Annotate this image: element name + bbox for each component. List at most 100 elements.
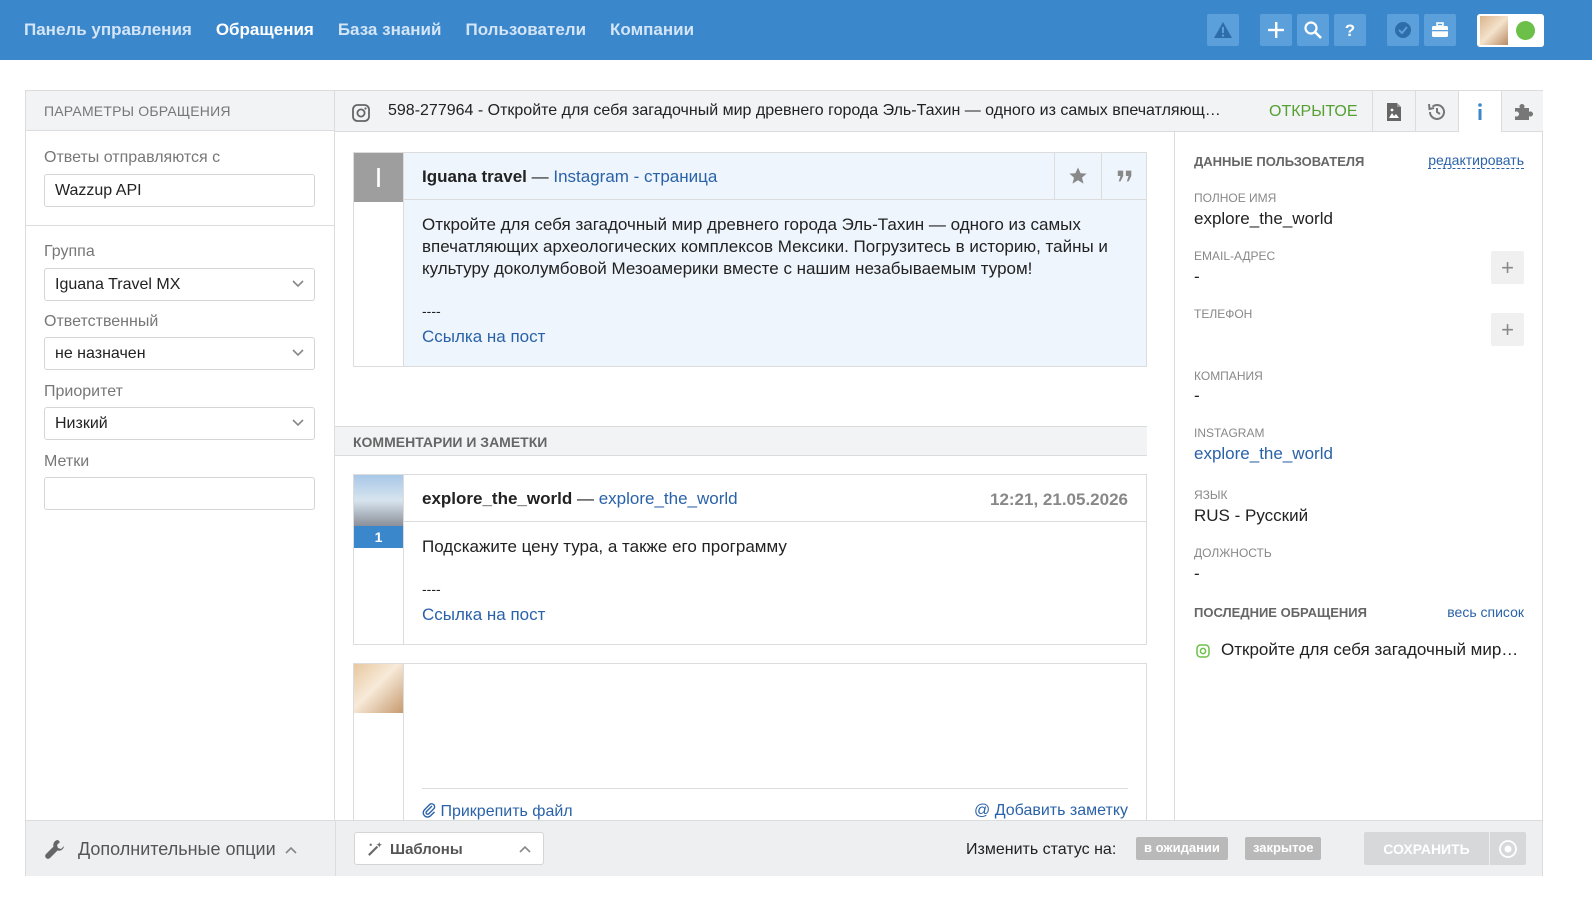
comment: 1 explore_the_world — explore_the_world … (353, 474, 1147, 645)
instagram-icon (352, 104, 370, 122)
warning-icon[interactable] (1207, 14, 1239, 46)
document-image-icon[interactable] (1372, 91, 1415, 132)
chevron-up-icon (519, 845, 531, 853)
chevron-up-icon[interactable] (285, 846, 297, 854)
priority-select[interactable]: Низкий (44, 407, 315, 440)
status-closed-button[interactable]: закрытое (1245, 837, 1322, 860)
all-tickets-link[interactable]: весь список (1447, 604, 1524, 620)
nav-dashboard[interactable]: Панель управления (24, 20, 192, 40)
post-divider: ---- (422, 303, 441, 319)
priority-label: Приоритет (44, 383, 123, 400)
post-content: Откройте для себя загадочный мир древнег… (404, 200, 1146, 362)
svg-text:?: ? (1345, 21, 1355, 40)
group-value: Iguana Travel MX (55, 276, 181, 293)
post-source-link[interactable]: Instagram - страница (553, 167, 717, 186)
at-icon: @ (974, 802, 991, 819)
post-text: Откройте для себя загадочный мир древнег… (422, 215, 1108, 278)
nav-companies[interactable]: Компании (610, 20, 694, 40)
language-value: RUS - Русский (1194, 506, 1309, 525)
separator: — (576, 489, 594, 508)
comment-header: explore_the_world — explore_the_world 12… (404, 475, 1146, 522)
reply-from-field[interactable]: Wazzup API (44, 174, 315, 207)
assignee-select[interactable]: не назначен (44, 337, 315, 370)
assignee-label: Ответственный (44, 313, 159, 330)
plus-icon[interactable] (1260, 14, 1292, 46)
comment-handle-link[interactable]: explore_the_world (599, 489, 738, 508)
priority-value: Низкий (55, 415, 108, 432)
nav-users[interactable]: Пользователи (465, 20, 586, 40)
agent-avatar (354, 664, 403, 713)
online-status-icon (1516, 21, 1535, 40)
instagram-label: INSTAGRAM (1194, 426, 1265, 440)
email-value: - (1194, 267, 1200, 286)
post-link[interactable]: Ссылка на пост (422, 326, 545, 348)
group-select[interactable]: Iguana Travel MX (44, 268, 315, 301)
save-button[interactable]: СОХРАНИТЬ (1364, 832, 1489, 865)
puzzle-icon[interactable] (1501, 91, 1544, 132)
comment-divider: ---- (422, 581, 441, 597)
save-options-button[interactable] (1490, 832, 1526, 865)
ticket-header: 598-277964 - Откройте для себя загадочны… (335, 91, 1543, 132)
star-icon[interactable] (1054, 153, 1101, 199)
comment-author: explore_the_world (422, 489, 573, 508)
post-body: Iguana travel — Instagram - страница Отк… (403, 153, 1146, 366)
more-options-button[interactable]: Дополнительные опции (78, 839, 276, 860)
templates-dropdown[interactable]: Шаблоны (354, 832, 544, 865)
author-avatar: I (354, 153, 403, 202)
fullname-value: explore_the_world (1194, 209, 1333, 228)
post-author: Iguana travel (422, 167, 527, 186)
recent-tickets-title: ПОСЛЕДНИЕ ОБРАЩЕНИЯ (1194, 605, 1367, 620)
company-label: КОМПАНИЯ (1194, 369, 1263, 383)
language-label: ЯЗЫК (1194, 488, 1228, 502)
search-icon[interactable] (1297, 14, 1329, 46)
add-note-label[interactable]: Добавить заметку (995, 802, 1128, 819)
history-icon[interactable] (1415, 91, 1458, 132)
help-icon[interactable]: ? (1334, 14, 1366, 46)
check-badge-icon[interactable] (1387, 14, 1419, 46)
divider (422, 788, 1128, 789)
separator: — (531, 167, 549, 186)
post-header: Iguana travel — Instagram - страница (404, 153, 1146, 200)
comment-content: Подскажите цену тура, а также его програ… (404, 522, 1146, 640)
quote-icon[interactable] (1101, 153, 1148, 199)
position-label: ДОЛЖНОСТЬ (1194, 546, 1272, 560)
ticket-panel: ПАРАМЕТРЫ ОБРАЩЕНИЯ Ответы отправляются … (25, 90, 1543, 876)
user-menu[interactable] (1477, 14, 1544, 47)
instagram-icon (1196, 644, 1210, 658)
change-status-label: Изменить статус на: (966, 841, 1117, 858)
comment-count-badge: 1 (354, 526, 403, 548)
magic-wand-icon (368, 841, 383, 856)
reply-from-label: Ответы отправляются с (44, 149, 221, 166)
user-data-title: ДАННЫЕ ПОЛЬЗОВАТЕЛЯ (1194, 154, 1365, 169)
position-value: - (1194, 564, 1200, 583)
briefcase-icon[interactable] (1424, 14, 1456, 46)
add-phone-button[interactable]: + (1491, 313, 1524, 346)
status-pending-button[interactable]: в ожидании (1136, 837, 1228, 860)
paperclip-icon (422, 803, 436, 818)
add-email-button[interactable]: + (1491, 251, 1524, 284)
group-label: Группа (44, 243, 95, 260)
edit-user-link[interactable]: редактировать (1428, 152, 1524, 169)
avatar (1480, 16, 1508, 45)
attach-file-button[interactable]: Прикрепить файл (422, 802, 573, 821)
reply-editor[interactable]: Прикрепить файл @ Добавить заметку (403, 664, 1146, 834)
attach-file-label[interactable]: Прикрепить файл (440, 803, 572, 820)
add-note-button[interactable]: @ Добавить заметку (974, 802, 1128, 820)
templates-label: Шаблоны (390, 841, 463, 858)
nav-knowledge-base[interactable]: База знаний (338, 20, 442, 40)
tags-input[interactable] (44, 477, 315, 510)
nav-tickets[interactable]: Обращения (216, 20, 314, 40)
phone-label: ТЕЛЕФОН (1194, 307, 1253, 321)
ticket-params-panel: ПАРАМЕТРЫ ОБРАЩЕНИЯ Ответы отправляются … (26, 91, 335, 820)
assignee-value: не назначен (55, 345, 146, 362)
info-icon[interactable] (1458, 91, 1501, 132)
chevron-down-icon (292, 349, 304, 357)
instagram-link[interactable]: explore_the_world (1194, 444, 1333, 464)
commenter-avatar (354, 475, 403, 526)
target-icon (1499, 839, 1517, 858)
comment-link[interactable]: Ссылка на пост (422, 604, 545, 626)
original-post: I Iguana travel — Instagram - страница О… (353, 152, 1147, 367)
divider (335, 821, 336, 876)
recent-ticket-item[interactable]: Откройте для себя загадочный мир… (1221, 640, 1526, 660)
main-nav: Панель управления Обращения База знаний … (24, 0, 718, 60)
